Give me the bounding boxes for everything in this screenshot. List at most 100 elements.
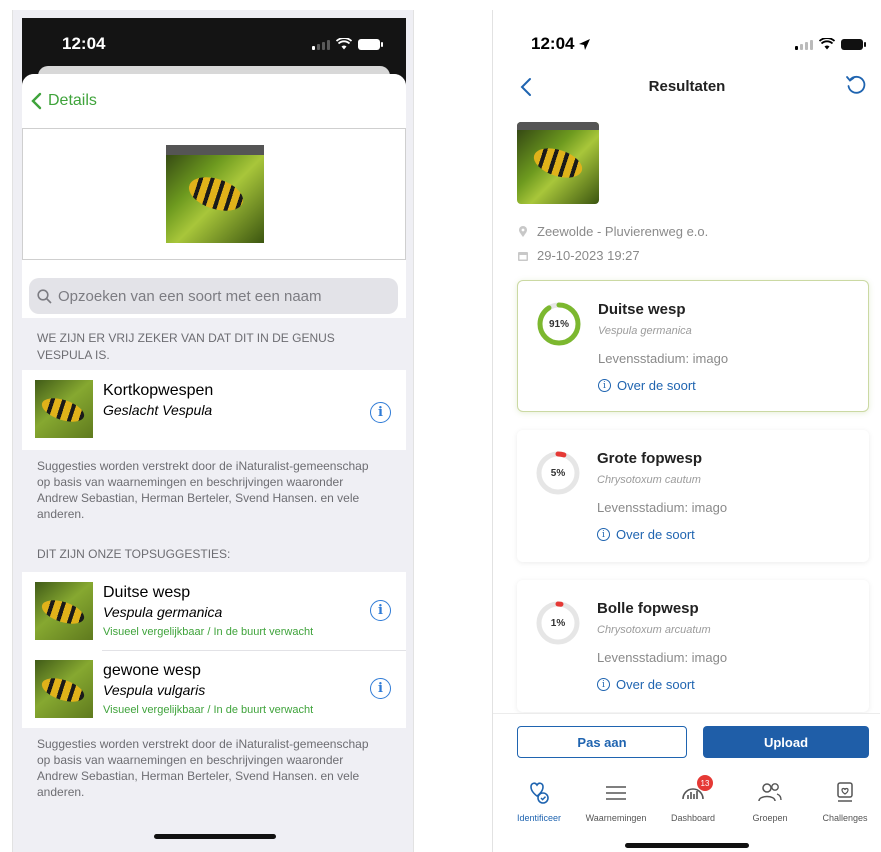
info-icon: i [597,528,610,541]
list-icon [606,786,626,800]
edit-button[interactable]: Pas aan [517,726,687,758]
about-label: Over de soort [616,527,695,542]
notification-badge: 13 [697,775,713,791]
list-item[interactable]: Duitse wesp Vespula germanica Visueel ve… [35,582,397,644]
upload-button[interactable]: Upload [703,726,869,758]
signal-icon [312,40,330,50]
species-sci: Chrysotoxum cautum [597,474,701,486]
status-icons [312,38,383,50]
about-species-link[interactable]: i Over de soort [597,527,695,542]
details-sheet: Details Opzoeken van een soort met een n… [22,74,406,852]
top-heading: DIT ZIJN ONZE TOPSUGGESTIES: [37,547,231,561]
life-stage: Levensstadium: imago [598,351,729,366]
confidence-ring: 1% [535,600,581,646]
species-name: Grote fopwesp [597,450,703,467]
suggestion-tag: Visueel vergelijkbaar / In de buurt verw… [103,704,314,716]
tab-label: Challenges [822,813,868,823]
list-item[interactable]: gewone wesp Vespula vulgaris Visueel ver… [35,660,397,722]
suggestion-name: gewone wesp [103,662,201,679]
chevron-left-icon [31,92,42,110]
tab-label: Waarnemingen [585,813,647,823]
wasp-figure [184,171,248,217]
info-icon[interactable]: i [370,600,391,621]
wifi-icon [336,38,352,50]
right-screen: 12:04 Resultaten Zeewolde - Pluvierenweg… [492,10,880,852]
suggestion-note: Suggesties worden verstrekt door de iNat… [37,459,369,521]
result-card[interactable]: 1% Bolle fopwesp Chrysotoxum arcuatum Le… [517,580,869,712]
tab-label: Groepen [752,813,788,823]
wasp-photo[interactable] [166,145,264,243]
status-time: 12:04 [62,34,106,53]
calendar-icon [518,251,528,261]
search-input[interactable]: Opzoeken van een soort met een naam [29,278,398,314]
status-time: 12:04 [531,34,591,54]
search-icon [37,288,52,304]
suggestion-note: Suggesties worden verstrekt door de iNat… [37,737,369,799]
result-card[interactable]: 5% Grote fopwesp Chrysotoxum cautum Leve… [517,430,869,562]
confidence-ring: 91% [536,301,582,347]
wasp-figure [38,393,88,427]
nav-bar: Resultaten [493,70,880,108]
about-label: Over de soort [616,677,695,692]
genus-sub: Geslacht Vespula [103,402,213,418]
info-icon[interactable]: i [370,678,391,699]
location-row: Zeewolde - Pluvierenweg e.o. [517,224,708,239]
wasp-figure [530,142,586,184]
genus-item[interactable]: Kortkopwespen Geslacht Vespula i [35,380,397,442]
confidence-pct: 5% [550,467,566,479]
page-title: Resultaten [648,78,726,95]
suggestion-thumb [35,660,93,718]
suggestion-sub: Vespula vulgaris [103,682,206,698]
tab-waarnemingen[interactable]: Waarnemingen [578,779,654,823]
search-placeholder: Opzoeken van een soort met een naam [58,287,322,305]
confidence-pct: 1% [550,617,566,629]
battery-icon [358,39,383,50]
status-time-text: 12:04 [531,34,575,53]
refresh-icon[interactable] [845,74,867,96]
life-stage: Levensstadium: imago [597,500,728,515]
left-screen: 12:04 Details Opzoeken van een soort met… [12,10,414,852]
tab-identificeer[interactable]: Identificeer [501,779,577,823]
life-stage: Levensstadium: imago [597,650,728,665]
genus-name: Kortkopwespen [103,382,214,399]
species-sci: Vespula germanica [598,325,692,337]
status-bar: 12:04 [493,10,880,70]
species-name: Duitse wesp [598,301,686,318]
home-indicator [625,843,749,848]
suggestion-thumb [35,582,93,640]
about-species-link[interactable]: i Over de soort [597,677,695,692]
tab-label: Identificeer [516,813,562,823]
battery-icon [841,39,866,50]
species-name: Bolle fopwesp [597,600,699,617]
back-button[interactable]: Details [30,92,97,110]
suggestion-sub: Vespula germanica [103,604,223,620]
location-arrow-icon [579,38,591,50]
species-sci: Chrysotoxum arcuatum [597,624,711,636]
location-text: Zeewolde - Pluvierenweg e.o. [537,224,709,239]
result-card[interactable]: 91% Duitse wesp Vespula germanica Levens… [517,280,869,412]
tab-bar: Identificeer Waarnemingen 13 Dashboard G… [493,773,880,852]
tab-dashboard[interactable]: 13 Dashboard [655,775,731,823]
confidence-pct: 91% [548,318,569,330]
people-icon [758,783,782,802]
tab-label: Dashboard [670,813,716,823]
datetime-text: 29-10-2023 19:27 [537,248,640,263]
identify-icon [530,782,549,804]
results-body: Zeewolde - Pluvierenweg e.o. 29-10-2023 … [493,108,880,713]
info-icon: i [597,678,610,691]
tab-challenges[interactable]: Challenges [807,779,880,823]
genus-thumb [35,380,93,438]
info-icon: i [598,379,611,392]
wasp-figure [38,595,88,629]
tab-groepen[interactable]: Groepen [732,779,808,823]
pin-icon [519,225,527,237]
observation-photo[interactable] [517,122,599,204]
divider [102,650,406,651]
genus-heading: WE ZIJN ER VRIJ ZEKER VAN DAT DIT IN DE … [37,331,335,362]
about-species-link[interactable]: i Over de soort [598,378,696,393]
confidence-ring: 5% [535,450,581,496]
suggestion-tag: Visueel vergelijkbaar / In de buurt verw… [103,626,314,638]
datetime-row: 29-10-2023 19:27 [517,248,640,263]
info-icon[interactable]: i [370,402,391,423]
action-bar: Pas aan Upload [493,713,880,773]
